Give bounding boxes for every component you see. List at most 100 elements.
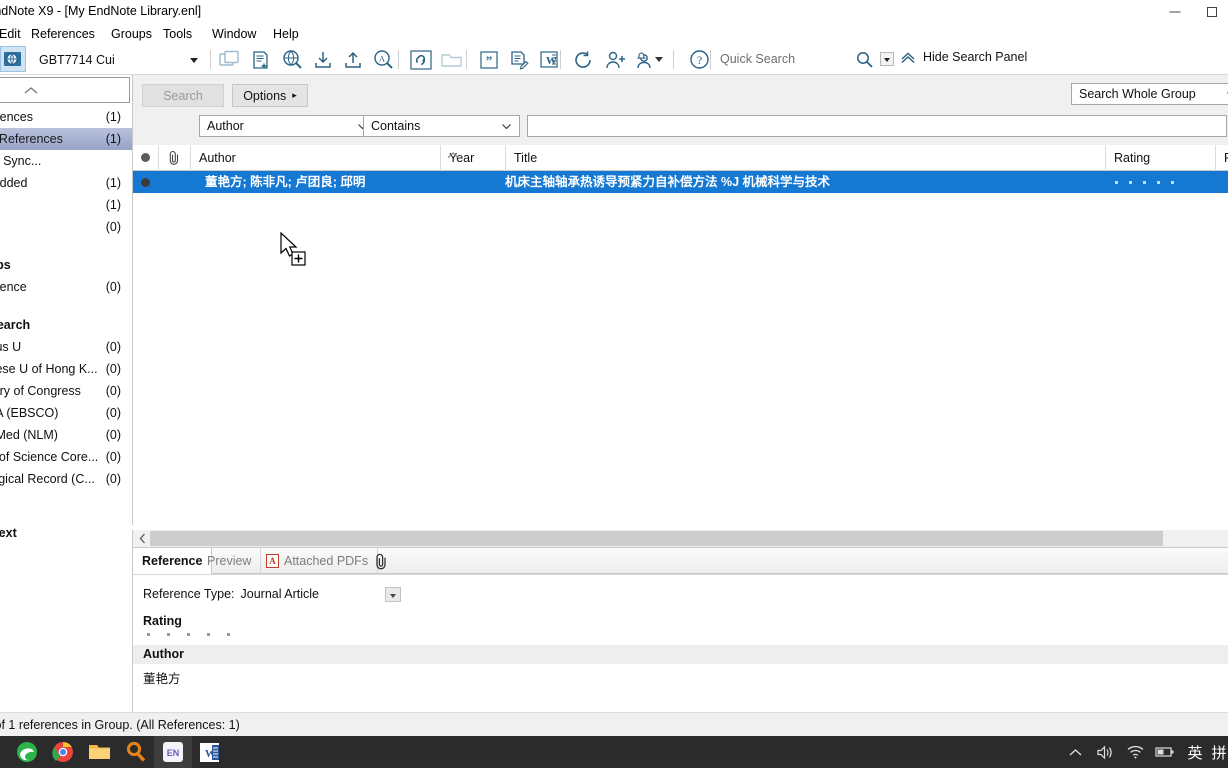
sidebar-item-all-references[interactable]: …erences (1) (0, 106, 132, 128)
menu-help[interactable]: Help (270, 26, 302, 42)
column-attachment[interactable] (159, 145, 191, 171)
column-author[interactable]: Author (191, 145, 441, 171)
minimize-button[interactable] (1152, 0, 1198, 23)
row-read-status[interactable] (133, 171, 159, 193)
search-scope-select[interactable]: Search Whole Group (1071, 83, 1228, 105)
online-search-icon[interactable] (277, 47, 307, 72)
detail-tabstrip: Reference Preview A Attached PDFs (133, 548, 1228, 574)
sidebar-item-chinese-u-hk[interactable]: …nese U of Hong K... (0) (0, 358, 132, 380)
taskbar-word-icon[interactable]: W (191, 736, 229, 768)
open-link-icon[interactable] (406, 47, 436, 72)
ime-extra-icon[interactable]: 拼 (1210, 736, 1228, 768)
column-title[interactable]: Title (506, 145, 1106, 171)
sidebar-item-reference-group[interactable]: …erence (0) (0, 276, 132, 298)
new-reference-icon[interactable] (246, 47, 276, 72)
column-ref-type[interactable]: R (1216, 145, 1228, 171)
taskbar-chrome-icon[interactable] (44, 736, 82, 768)
sidebar-item-library-of-congress[interactable]: …rary of Congress (0) (0, 380, 132, 402)
taskbar-explorer-icon[interactable] (80, 736, 118, 768)
network-icon[interactable] (1120, 736, 1150, 768)
sidebar-item-trash[interactable]: (0) (0, 216, 132, 238)
insert-citation-icon[interactable]: ” (474, 47, 504, 72)
sidebar-item-unfiled[interactable]: (1) (0, 194, 132, 216)
sidebar-scroll-up-area[interactable] (0, 77, 130, 103)
output-style-select[interactable]: GBT7714 Cui (28, 48, 206, 71)
menu-edit[interactable]: Edit (0, 26, 24, 42)
battery-icon[interactable] (1150, 736, 1180, 768)
sidebar-item-aarhus-u[interactable]: …hus U (0) (0, 336, 132, 358)
svg-text:?: ? (696, 53, 701, 67)
author-field-value[interactable]: 董艳方 (143, 668, 181, 687)
format-bibliography-icon[interactable] (504, 47, 534, 72)
find-full-text-icon[interactable]: A (368, 47, 398, 72)
hide-search-panel-button[interactable]: Hide Search Panel (900, 50, 1027, 64)
read-status-dot-icon (141, 178, 150, 187)
reference-list-header: Author Year Title Rating R (133, 145, 1228, 171)
show-hidden-icons-button[interactable] (1060, 736, 1090, 768)
export-icon[interactable] (338, 47, 368, 72)
scroll-left-button[interactable] (135, 530, 149, 547)
rating-dot-1 (1115, 180, 1118, 184)
sync-icon[interactable] (568, 47, 598, 72)
options-button[interactable]: Options ▸ (232, 84, 308, 107)
chevron-down-icon (502, 124, 511, 129)
row-rating[interactable] (1115, 180, 1225, 184)
output-style-value: GBT7714 Cui (39, 53, 115, 67)
sidebar-item-cinahl-ebsco[interactable]: …TA (EBSCO) (0) (0, 402, 132, 424)
maximize-button[interactable] (1198, 0, 1228, 23)
reference-type-label: Reference Type: (143, 587, 235, 601)
search-operator-select[interactable]: Contains (363, 115, 520, 137)
rating-field-value[interactable] (147, 633, 230, 636)
sidebar-item-cinahl-ebsco-count: (0) (105, 406, 121, 420)
svg-text:A: A (378, 54, 385, 64)
column-read-status[interactable] (133, 145, 159, 171)
taskbar-search-icon[interactable] (117, 736, 155, 768)
import-icon[interactable] (308, 47, 338, 72)
windows-taskbar: EN W 英 拼 (0, 736, 1228, 768)
ime-language-icon[interactable]: 英 (1180, 736, 1210, 768)
activity-feed-dropdown-icon[interactable] (652, 47, 666, 72)
sidebar-item-web-of-science-label: …b of Science Core... (0, 450, 99, 464)
reference-detail-body: Reference Type: Journal Article Rating A… (133, 574, 1228, 713)
menu-groups[interactable]: Groups (108, 26, 155, 42)
sidebar-item-psychological-record[interactable]: …logical Record (C... (0) (0, 468, 132, 490)
sidebar-item-aarhus-u-label: …hus U (0, 340, 22, 354)
scrollbar-thumb[interactable] (150, 531, 1163, 546)
row-attachment (159, 171, 191, 193)
copy-to-group-icon[interactable] (214, 47, 244, 72)
sidebar-list: …erences (1) …d References (1) …re Sync... … … (0, 106, 132, 544)
share-icon[interactable] (601, 47, 631, 72)
search-icon[interactable] (852, 47, 876, 72)
taskbar-endnote-icon[interactable]: EN (154, 736, 192, 768)
sidebar-item-imported-references[interactable]: …d References (1) (0, 128, 132, 150)
status-bar-text: …of 1 references in Group. (All Referenc… (0, 718, 240, 732)
menu-tools[interactable]: Tools (160, 26, 195, 42)
sidebar-item-pubmed-nlm-label: …bMed (NLM) (0, 428, 58, 442)
open-folder-icon[interactable] (436, 47, 466, 72)
volume-icon[interactable] (1090, 736, 1120, 768)
status-bar: …of 1 references in Group. (All Referenc… (0, 712, 1228, 736)
row-author: 董艳方; 陈非凡; 卢团良; 邱明 (205, 175, 366, 189)
sidebar-item-pubmed-nlm[interactable]: …bMed (NLM) (0) (0, 424, 132, 446)
table-row[interactable]: 董艳方; 陈非凡; 卢团良; 邱明 机床主轴轴承热诱导预紧力自补偿方法 %J 机… (133, 171, 1228, 193)
reference-type-dropdown-button[interactable] (385, 587, 401, 602)
menu-window[interactable]: Window (209, 26, 259, 42)
sidebar-header-online-search: …Search (0, 314, 132, 336)
quick-search-dropdown-button[interactable] (880, 52, 894, 66)
sidebar-item-configure-sync[interactable]: …re Sync... (0, 150, 132, 172)
sidebar-item-recently-added[interactable]: … Added (1) (0, 172, 132, 194)
column-rating[interactable]: Rating (1106, 145, 1216, 171)
search-field-select[interactable]: Author (199, 115, 376, 137)
taskbar-edge-icon[interactable] (8, 736, 46, 768)
tab-preview[interactable]: Preview (198, 548, 262, 574)
reference-list-hscrollbar[interactable] (132, 530, 1228, 547)
sidebar-header-find-full-text-label: … Text (0, 526, 17, 540)
attachments-tab[interactable] (365, 548, 398, 574)
menu-references[interactable]: References (28, 26, 98, 42)
tab-attached-pdfs[interactable]: A Attached PDFs (257, 548, 379, 574)
chevron-down-icon (884, 58, 890, 62)
search-button[interactable]: Search (142, 84, 224, 107)
search-query-input[interactable] (527, 115, 1227, 137)
sidebar-item-web-of-science[interactable]: …b of Science Core... (0) (0, 446, 132, 468)
